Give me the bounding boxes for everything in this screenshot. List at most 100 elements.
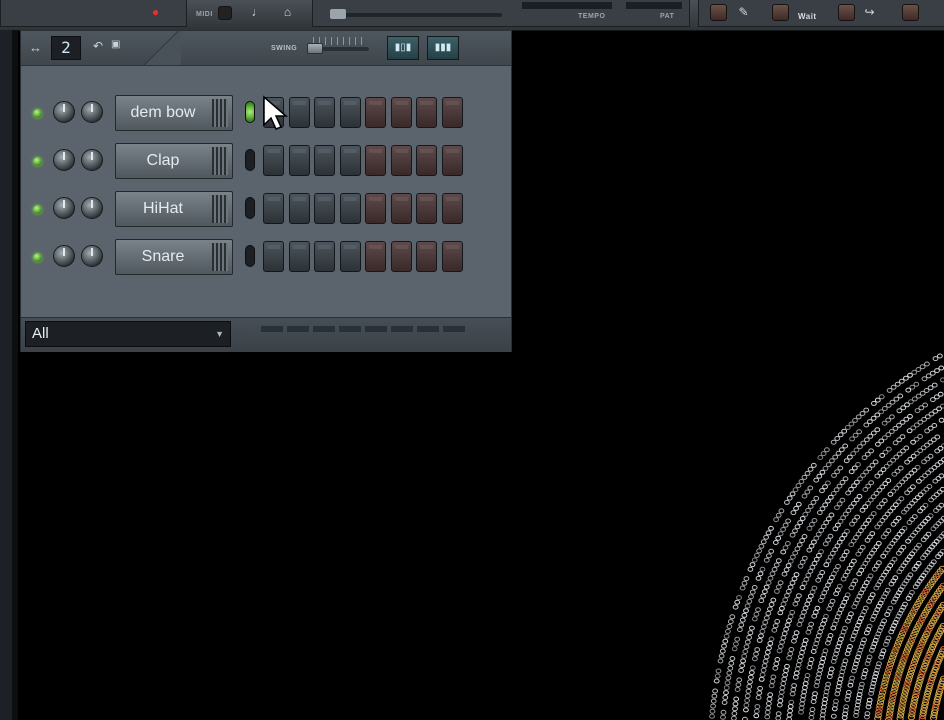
tempo-display[interactable] [522, 2, 612, 9]
channel-mute-led[interactable] [33, 157, 42, 166]
step-button[interactable] [416, 241, 437, 272]
channel-select-indicator[interactable] [245, 149, 255, 171]
channel-volume-knob[interactable] [81, 149, 103, 171]
step-button[interactable] [390, 241, 412, 272]
toolbar-button-4[interactable] [902, 4, 919, 21]
toolbar-button-2[interactable] [772, 4, 789, 21]
visualizer-glyph [741, 580, 748, 586]
step-button[interactable] [314, 97, 335, 128]
pattern-display[interactable] [626, 2, 682, 9]
step-button[interactable] [365, 145, 386, 176]
visualizer-glyph [843, 549, 850, 555]
channel-grip[interactable] [212, 147, 228, 175]
keyboard-view-button[interactable]: ▮▮▮ [427, 36, 459, 60]
visualizer-glyph [826, 636, 833, 642]
visualizer-glyph [899, 528, 905, 534]
step-button[interactable] [416, 145, 437, 176]
channel-mute-led[interactable] [33, 205, 42, 214]
visualizer-glyph [905, 538, 911, 544]
channel-pan-knob[interactable] [53, 197, 75, 219]
metronome-icon[interactable]: ⌂ [278, 3, 297, 22]
step-button[interactable] [441, 97, 463, 128]
visualizer-glyph [744, 693, 751, 699]
visualizer-glyph [881, 420, 888, 426]
visualizer-glyph [739, 617, 746, 623]
midi-toggle[interactable] [218, 6, 232, 20]
channel-mute-led[interactable] [33, 253, 42, 262]
visualizer-glyph [780, 549, 787, 555]
step-button[interactable] [314, 241, 335, 272]
wand-icon[interactable]: ✎ [734, 3, 753, 22]
step-button[interactable] [288, 145, 310, 176]
loop-icon[interactable]: ↪ [860, 3, 879, 22]
step-button[interactable] [288, 241, 310, 272]
visualizer-glyph [813, 641, 820, 647]
visualizer-glyph [775, 584, 782, 590]
visualizer-glyph [844, 528, 850, 534]
undo-icon[interactable]: ↶ [93, 39, 103, 53]
channel-volume-knob[interactable] [81, 101, 103, 123]
toolbar-button-1[interactable] [710, 4, 727, 21]
swing-handle[interactable] [307, 43, 323, 54]
visualizer-glyph [749, 665, 756, 671]
channel-name-button[interactable]: Clap [115, 143, 233, 179]
menu-square-icon[interactable]: ▣ [111, 39, 120, 50]
song-position-slider[interactable] [330, 13, 502, 17]
channel-name-button[interactable]: HiHat [115, 191, 233, 227]
channel-grip[interactable] [212, 195, 228, 223]
step-button[interactable] [416, 193, 437, 224]
step-button[interactable] [441, 241, 463, 272]
visualizer-glyph [772, 540, 779, 545]
channel-volume-knob[interactable] [81, 197, 103, 219]
step-button[interactable] [263, 193, 284, 224]
channel-mute-led[interactable] [33, 109, 42, 118]
graph-view-button[interactable]: ▮▯▮ [387, 36, 419, 60]
step-button[interactable] [365, 241, 386, 272]
pattern-number[interactable]: 2 [51, 36, 81, 60]
step-button[interactable] [441, 145, 463, 176]
channel-select-indicator[interactable] [245, 245, 255, 267]
song-position-handle[interactable] [330, 9, 346, 19]
step-button[interactable] [390, 193, 412, 224]
step-button[interactable] [288, 193, 310, 224]
step-button[interactable] [365, 97, 386, 128]
step-button[interactable] [339, 145, 361, 176]
channel-pan-knob[interactable] [53, 245, 75, 267]
channel-name-button[interactable]: dem bow [115, 95, 233, 131]
visualizer-glyph [723, 690, 729, 696]
visualizer-glyph [901, 509, 907, 515]
channel-pan-knob[interactable] [53, 101, 75, 123]
channel-pan-knob[interactable] [53, 149, 75, 171]
resize-arrows-icon[interactable]: ↔ [29, 40, 42, 55]
channel-name-button[interactable]: Snare [115, 239, 233, 275]
toolbar-button-3[interactable] [838, 4, 855, 21]
step-button[interactable] [339, 97, 361, 128]
channel-grip[interactable] [212, 243, 228, 271]
record-icon[interactable]: ● [146, 3, 165, 22]
step-button[interactable] [263, 241, 284, 272]
channel-grip[interactable] [212, 99, 228, 127]
visualizer-glyph [939, 648, 944, 655]
step-button[interactable] [390, 145, 412, 176]
step-button[interactable] [416, 97, 437, 128]
visualizer-glyph [906, 670, 915, 677]
channel-filter-select[interactable]: All ▼ [25, 321, 231, 347]
note-icon[interactable]: ♩ [248, 3, 267, 22]
visualizer-glyph [858, 590, 864, 596]
channel-select-indicator[interactable] [245, 197, 255, 219]
step-button[interactable] [314, 145, 335, 176]
step-button[interactable] [390, 97, 412, 128]
step-button[interactable] [263, 145, 284, 176]
channel-select-indicator[interactable] [245, 101, 255, 123]
step-button[interactable] [339, 241, 361, 272]
step-button[interactable] [314, 193, 335, 224]
step-button[interactable] [288, 97, 310, 128]
step-overview-bar[interactable] [261, 326, 467, 332]
step-button[interactable] [365, 193, 386, 224]
visualizer-glyph [869, 592, 876, 598]
step-button[interactable] [441, 193, 463, 224]
step-button[interactable] [339, 193, 361, 224]
wait-label[interactable]: Wait [798, 12, 817, 21]
channel-volume-knob[interactable] [81, 245, 103, 267]
visualizer-glyph [850, 538, 857, 544]
